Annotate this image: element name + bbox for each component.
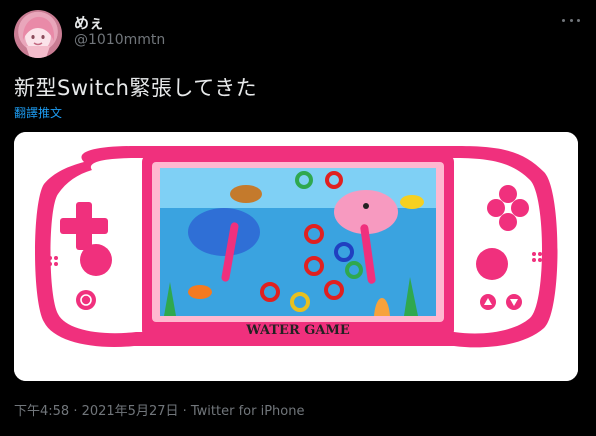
avatar[interactable] (14, 10, 62, 58)
tweet-timestamp[interactable]: 下午4:58 · 2021年5月27日 · Twitter for iPhone (14, 400, 304, 419)
water-game-console-image: WATER GAME (14, 132, 578, 381)
water-game-label: WATER GAME (245, 323, 350, 338)
more-icon[interactable] (562, 12, 580, 28)
tweet-media[interactable]: WATER GAME (14, 132, 578, 381)
display-name[interactable]: めぇ (74, 12, 104, 33)
tweet-text: 新型Switch緊張してきた (14, 76, 258, 100)
translate-link[interactable]: 翻譯推文 (14, 104, 62, 121)
avatar-image (22, 16, 55, 58)
user-handle[interactable]: @1010mmtn (74, 32, 165, 48)
